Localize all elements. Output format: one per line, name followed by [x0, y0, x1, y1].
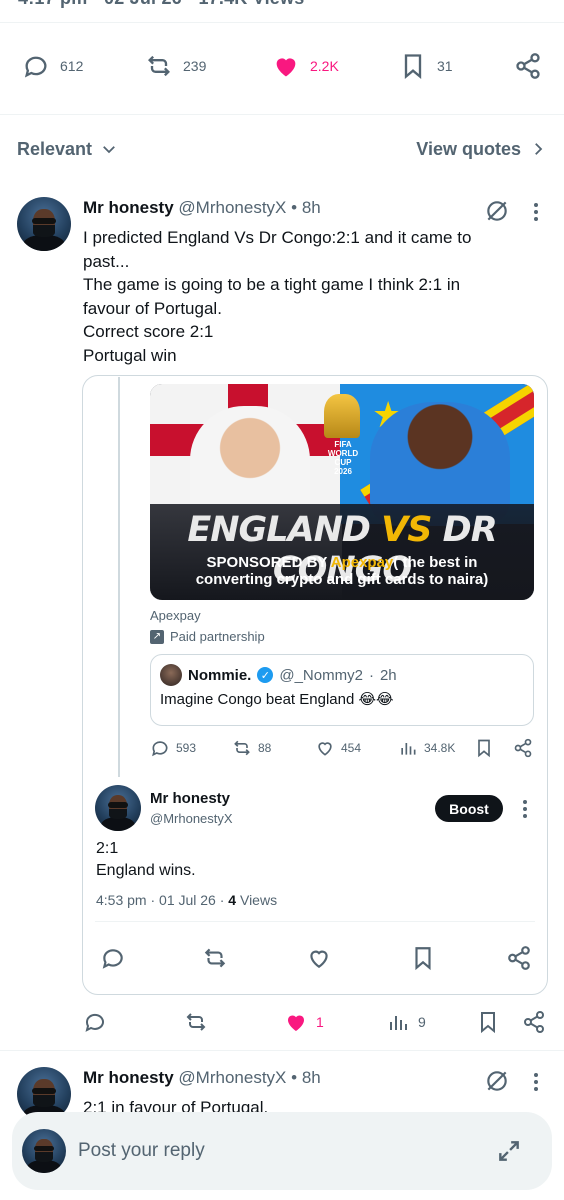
paid-partnership-label: ↗ Paid partnership: [150, 629, 265, 644]
reply-input[interactable]: Post your reply: [78, 1140, 205, 1162]
ad-banner-image[interactable]: ★ FIFA WORLD CUP 2026 ENGLAND VS DR CONG…: [150, 384, 534, 600]
reply-icon: [152, 741, 168, 757]
quoted-handle: @_Nommy2: [279, 666, 363, 684]
repost-icon[interactable]: [202, 945, 228, 971]
post-meta-cutoff: 4:17 pm · 02 Jul 26 · 17.4K Views: [18, 0, 304, 9]
sort-label: Relevant: [17, 138, 93, 159]
repost-stat[interactable]: 239: [145, 52, 206, 80]
quoted-avatar: [160, 664, 182, 686]
advertiser-name[interactable]: Apexpay: [150, 608, 201, 623]
fifa-logo-text: FIFA WORLD CUP 2026: [327, 440, 359, 476]
avatar: [22, 1129, 66, 1173]
reply-sort-bar: Relevant View quotes: [17, 135, 547, 163]
chevron-down-icon: [103, 146, 115, 154]
avatar[interactable]: [95, 785, 141, 831]
boost-button[interactable]: Boost: [435, 795, 503, 822]
grok-icon[interactable]: [484, 1068, 510, 1094]
heart-icon: [318, 742, 332, 756]
quoted-time: 2h: [379, 666, 397, 684]
more-options-button[interactable]: [534, 203, 538, 221]
bookmark-icon[interactable]: [410, 945, 436, 971]
tweet-header: Mr honesty @MrhonestyX • 8h: [83, 1068, 321, 1087]
author-handle[interactable]: @MrhonestyX: [178, 198, 286, 217]
author-handle[interactable]: @MrhonestyX: [150, 811, 233, 826]
view-quotes-label: View quotes: [416, 138, 521, 159]
repost-icon: [148, 55, 170, 77]
bookmark-icon[interactable]: [474, 738, 494, 758]
ad-views-stat[interactable]: 34.8K: [398, 738, 455, 758]
views-chart-icon: [401, 743, 416, 755]
divider: [0, 114, 564, 115]
author-name[interactable]: Mr honesty: [150, 790, 230, 807]
repost-icon: [234, 740, 250, 756]
reply-icon[interactable]: [100, 945, 126, 971]
repost-count: 239: [183, 58, 207, 74]
heart-filled-icon: [288, 1015, 304, 1031]
grok-icon[interactable]: [484, 198, 510, 224]
author-handle[interactable]: @MrhonestyX: [178, 1068, 286, 1087]
author-name[interactable]: Mr honesty: [83, 198, 174, 217]
share-button[interactable]: [514, 52, 542, 80]
views-chart-icon: [390, 1016, 407, 1030]
view-quotes-link[interactable]: View quotes: [416, 139, 547, 160]
like-stat[interactable]: 2.2K: [272, 52, 339, 80]
ad-repost-stat[interactable]: 88: [232, 738, 271, 758]
bookmark-icon: [404, 54, 422, 79]
share-icon[interactable]: [513, 738, 533, 758]
reply-count: 612: [60, 58, 84, 74]
bookmark-stat[interactable]: 31: [399, 52, 453, 80]
tweet-text: I predicted England Vs Dr Congo:2:1 and …: [83, 228, 472, 365]
tweet-header: Mr honesty @MrhonestyX • 8h: [83, 198, 321, 217]
quoted-tweet-header: Nommie. ✓ @_Nommy2 · 2h: [160, 664, 397, 686]
reply-icon: [24, 56, 47, 78]
ad-reply-stat[interactable]: 593: [150, 738, 196, 758]
divider: [95, 921, 535, 922]
more-options-button[interactable]: [534, 1073, 538, 1091]
verified-badge-icon: ✓: [257, 667, 274, 683]
share-icon: [516, 53, 540, 79]
bookmark-count: 31: [437, 58, 453, 74]
views-stat[interactable]: 9: [386, 1010, 426, 1034]
divider: [0, 1050, 564, 1051]
like-count: 2.2K: [310, 58, 339, 74]
quoted-author-name: Nommie.: [188, 666, 252, 684]
ad-like-stat[interactable]: 454: [315, 738, 361, 758]
repost-icon[interactable]: [184, 1010, 208, 1034]
divider: [0, 22, 564, 23]
share-icon[interactable]: [506, 945, 532, 971]
bookmark-icon[interactable]: [476, 1010, 500, 1034]
author-name[interactable]: Mr honesty: [83, 1068, 174, 1087]
expand-icon[interactable]: [496, 1138, 522, 1164]
quoted-tweet-text: Imagine Congo beat England 😂😂: [160, 691, 394, 708]
avatar[interactable]: [17, 197, 71, 251]
share-icon[interactable]: [522, 1010, 546, 1034]
tweet-time[interactable]: 8h: [302, 198, 321, 217]
reply-icon[interactable]: [83, 1010, 107, 1034]
reply-text: 2:1 England wins.: [96, 840, 196, 879]
more-options-button[interactable]: [523, 800, 527, 818]
reply-timestamp: 4:53 pm · 01 Jul 26 · 4 Views: [96, 892, 278, 908]
banner-sponsor-text: SPONSORED BY Apexpay( the best in conver…: [195, 554, 489, 588]
thread-line: [118, 377, 120, 777]
reply-stat[interactable]: 612: [22, 52, 83, 80]
like-stat[interactable]: 1: [284, 1010, 324, 1034]
chevron-right-icon: [535, 143, 543, 155]
external-arrow-icon: ↗: [150, 629, 164, 644]
trophy-icon: [324, 394, 360, 438]
sort-dropdown[interactable]: Relevant: [17, 139, 118, 160]
heart-icon[interactable]: [306, 945, 332, 971]
heart-filled-icon: [276, 58, 296, 77]
tweet-time[interactable]: 8h: [302, 1068, 321, 1087]
